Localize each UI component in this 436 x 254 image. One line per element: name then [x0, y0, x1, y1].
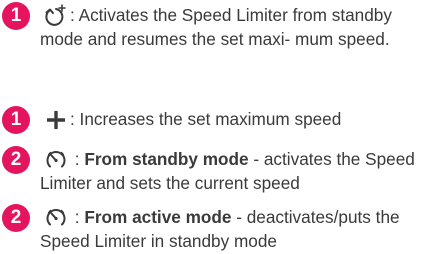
- separator: :: [70, 207, 85, 227]
- instruction-list: 1 : Activates the Speed Limiter from sta…: [0, 0, 436, 254]
- step-badge: 2: [2, 204, 30, 232]
- entry-text: : Activates the Speed Limiter from stand…: [40, 5, 392, 49]
- separator: :: [70, 149, 85, 169]
- step-badge: 2: [2, 146, 30, 174]
- mode-label: From active mode: [84, 207, 232, 227]
- step-badge: 1: [2, 2, 30, 30]
- mode-label: From standby mode: [84, 149, 249, 169]
- step-badge: 1: [2, 106, 30, 134]
- entry-text: : Increases the set maximum speed: [70, 109, 342, 129]
